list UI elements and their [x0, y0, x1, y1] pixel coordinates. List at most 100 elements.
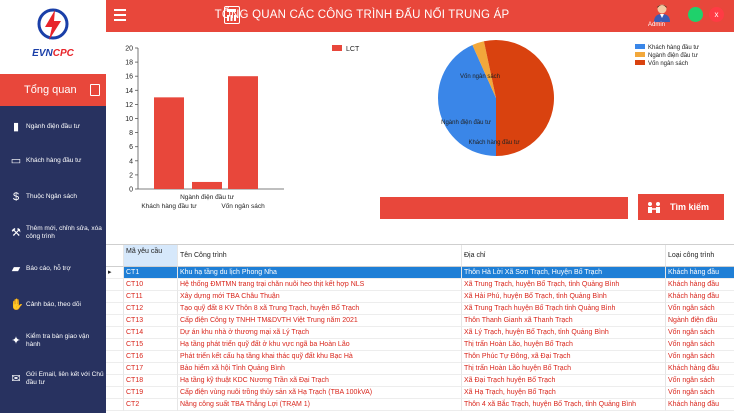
- row-selector[interactable]: [106, 291, 124, 303]
- cell-address[interactable]: Thôn 4 xã Bắc Trạch, huyện Bố Trạch, tỉn…: [462, 399, 666, 411]
- cell-name[interactable]: Bảo hiểm xã hội Tỉnh Quảng Bình: [178, 363, 462, 375]
- cell-code[interactable]: CT11: [124, 291, 178, 303]
- cell-name[interactable]: Nâng công suất TBA Thắng Lợi (TRẠM 1): [178, 399, 462, 411]
- row-selector[interactable]: [106, 363, 124, 375]
- cell-code[interactable]: CT19: [124, 387, 178, 399]
- sidebar-item-email[interactable]: ✉ Gửi Email, liên kết với Chủ đầu tư: [0, 362, 106, 396]
- cell-code[interactable]: CT16: [124, 351, 178, 363]
- table-row[interactable]: CT18 Hạ tầng kỹ thuật KDC Nương Trần xã Đ…: [106, 375, 734, 387]
- cell-type[interactable]: Vốn ngân sách: [666, 351, 734, 363]
- sidebar-item-label: Thuộc Ngân sách: [26, 193, 77, 200]
- table-row[interactable]: CT19 Cấp điện vùng nuôi trồng thủy sản xã…: [106, 387, 734, 399]
- table-row[interactable]: ▸ CT1 Khu hạ tầng du lịch Phong Nha Thôn Hà…: [106, 267, 734, 279]
- cell-code[interactable]: CT18: [124, 375, 178, 387]
- cell-type[interactable]: Vốn ngân sách: [666, 387, 734, 399]
- cell-address[interactable]: Thôn Phúc Tự Đông, xã Đại Trạch: [462, 351, 666, 363]
- cell-code[interactable]: CT13: [124, 315, 178, 327]
- cell-address[interactable]: Xã Hạ Trạch, huyện Bố Trạch: [462, 387, 666, 399]
- sidebar-item-utility-invest[interactable]: ▮ Ngành điện đầu tư: [0, 110, 106, 144]
- cell-type[interactable]: Khách hàng đầu: [666, 399, 734, 411]
- cell-code[interactable]: CT14: [124, 327, 178, 339]
- search-input[interactable]: [380, 197, 628, 219]
- table-row[interactable]: CT14 Dự án khu nhà ở thương mại xã Lý Trạ…: [106, 327, 734, 339]
- cell-address[interactable]: Xã Lý Trạch, huyện Bố Trạch, tỉnh Quảng …: [462, 327, 666, 339]
- search-button[interactable]: Tìm kiếm: [638, 194, 724, 220]
- cell-address[interactable]: Thôn Thanh Gianh xã Thanh Trạch: [462, 315, 666, 327]
- cell-type[interactable]: Khách hàng đầu: [666, 267, 734, 279]
- cell-code[interactable]: CT2: [124, 399, 178, 411]
- bar-chart-bars: [154, 76, 258, 189]
- cell-name[interactable]: Khu hạ tầng du lịch Phong Nha: [178, 267, 462, 279]
- cell-address[interactable]: Xã Trung Trạch, huyện Bố Trạch, tỉnh Quả…: [462, 279, 666, 291]
- cell-type[interactable]: Vốn ngân sách: [666, 375, 734, 387]
- row-selector[interactable]: ▸: [106, 267, 124, 279]
- bar-y-tick-label: 4: [129, 158, 133, 165]
- cell-code[interactable]: CT17: [124, 363, 178, 375]
- row-selector[interactable]: [106, 351, 124, 363]
- cell-code[interactable]: CT1: [124, 267, 178, 279]
- cell-type[interactable]: Vốn ngân sách: [666, 327, 734, 339]
- bar-y-tick-label: 0: [129, 187, 133, 194]
- bar-chart: 0 2 4 6 8 10 12 14 16 18 20 Khách hàng đầu tưNgành…: [125, 45, 360, 210]
- sidebar-item-budget[interactable]: $ Thuộc Ngân sách: [0, 180, 106, 214]
- cell-name[interactable]: Dự án khu nhà ở thương mại xã Lý Trạch: [178, 327, 462, 339]
- hand-icon: ✋: [10, 299, 24, 311]
- row-selector[interactable]: [106, 399, 124, 411]
- table-row[interactable]: CT11 Xây dựng mới TBA Châu Thuận Xã Hải Ph…: [106, 291, 734, 303]
- cell-type[interactable]: Khách hàng đầu: [666, 291, 734, 303]
- sidebar-item-alerts[interactable]: ✋ Cảnh báo, theo dõi: [0, 288, 106, 322]
- table-row[interactable]: CT2 Nâng công suất TBA Thắng Lợi (TRẠM 1)…: [106, 399, 734, 411]
- hamburger-menu-icon[interactable]: [114, 6, 128, 24]
- cell-type[interactable]: Ngành điện đầu: [666, 315, 734, 327]
- table-row[interactable]: CT17 Bảo hiểm xã hội Tỉnh Quảng Bình Thị t…: [106, 363, 734, 375]
- cell-type[interactable]: Vốn ngân sách: [666, 339, 734, 351]
- close-button[interactable]: x: [709, 7, 724, 22]
- cell-address[interactable]: Xã Đại Trạch huyện Bố Trạch: [462, 375, 666, 387]
- cell-type[interactable]: Khách hàng đầu: [666, 363, 734, 375]
- cell-name[interactable]: Cấp điện vùng nuôi trồng thủy sản xã Hạ …: [178, 387, 462, 399]
- cell-code[interactable]: CT12: [124, 303, 178, 315]
- cell-code[interactable]: CT10: [124, 279, 178, 291]
- sidebar-item-handover-check[interactable]: ✦ Kiểm tra bàn giao vận hành: [0, 324, 106, 358]
- row-selector[interactable]: [106, 339, 124, 351]
- pie-legend-label: Vốn ngân sách: [648, 61, 688, 67]
- cell-address[interactable]: Xã Hải Phú, huyện Bố Trạch, tỉnh Quảng B…: [462, 291, 666, 303]
- cell-name[interactable]: Cấp điện Công ty TNHH TM&DVTH Việt Trung…: [178, 315, 462, 327]
- column-header-code[interactable]: Mã yêu cầu: [124, 245, 178, 267]
- cell-name[interactable]: Hạ tầng phát triển quỹ đất ở khu vực ngã…: [178, 339, 462, 351]
- cell-name[interactable]: Phát triển kết cấu hạ tầng khai thác quỹ…: [178, 351, 462, 363]
- row-selector[interactable]: [106, 327, 124, 339]
- cell-address[interactable]: Thị trấn Hoàn Lão huyện Bố Trạch: [462, 363, 666, 375]
- column-header-name[interactable]: Tên Công trình: [178, 245, 462, 267]
- cell-address[interactable]: Thôn Hà Lời Xã Sơn Trạch, Huyện Bố Trạch: [462, 267, 666, 279]
- table-row[interactable]: CT13 Cấp điện Công ty TNHH TM&DVTH Việt T…: [106, 315, 734, 327]
- row-selector[interactable]: [106, 387, 124, 399]
- row-selector[interactable]: [106, 279, 124, 291]
- row-selector[interactable]: [106, 375, 124, 387]
- column-header-address[interactable]: Địa chỉ: [462, 245, 666, 267]
- sidebar-item-customer-invest[interactable]: ▭ Khách hàng đầu tư: [0, 144, 106, 178]
- sidebar-item-overview[interactable]: Tổng quan: [0, 74, 106, 106]
- column-header-type[interactable]: Loại công trình: [666, 245, 734, 267]
- cell-address[interactable]: Thị trấn Hoàn Lão, huyện Bố Trạch: [462, 339, 666, 351]
- table-row[interactable]: CT10 Hệ thống ĐMTMN trang trại chăn nuôi …: [106, 279, 734, 291]
- cell-code[interactable]: CT15: [124, 339, 178, 351]
- row-selector[interactable]: [106, 315, 124, 327]
- table-row[interactable]: CT16 Phát triển kết cấu hạ tầng khai thác…: [106, 351, 734, 363]
- cell-name[interactable]: Hệ thống ĐMTMN trang trại chăn nuôi heo …: [178, 279, 462, 291]
- table-row[interactable]: CT12 Tạo quỹ đất 8 KV Thôn 8 xã Trung Trạ…: [106, 303, 734, 315]
- table-row[interactable]: CT15 Hạ tầng phát triển quỹ đất ở khu vực…: [106, 339, 734, 351]
- cell-name[interactable]: Tạo quỹ đất 8 KV Thôn 8 xã Trung Trạch, …: [178, 303, 462, 315]
- cell-name[interactable]: Hạ tầng kỹ thuật KDC Nương Trần xã Đại T…: [178, 375, 462, 387]
- cell-type[interactable]: Vốn ngân sách: [666, 303, 734, 315]
- cell-address[interactable]: Xã Trung Trạch huyện Bố Trạch tỉnh Quảng…: [462, 303, 666, 315]
- admin-avatar-icon[interactable]: [652, 2, 672, 22]
- sidebar-item-manage-projects[interactable]: ⚒ Thêm mới, chỉnh sửa, xóa công trình: [0, 216, 106, 250]
- cell-type[interactable]: Khách hàng đầu: [666, 279, 734, 291]
- pie-legend: Khách hàng đầu tư Ngành điện đầu tư Vốn ng…: [635, 44, 699, 67]
- status-green-button[interactable]: [688, 7, 703, 22]
- sidebar-item-reports[interactable]: ▰ Báo cáo, hỗ trợ: [0, 252, 106, 286]
- bar-y-tick-label: 8: [129, 130, 133, 137]
- cell-name[interactable]: Xây dựng mới TBA Châu Thuận: [178, 291, 462, 303]
- row-selector[interactable]: [106, 303, 124, 315]
